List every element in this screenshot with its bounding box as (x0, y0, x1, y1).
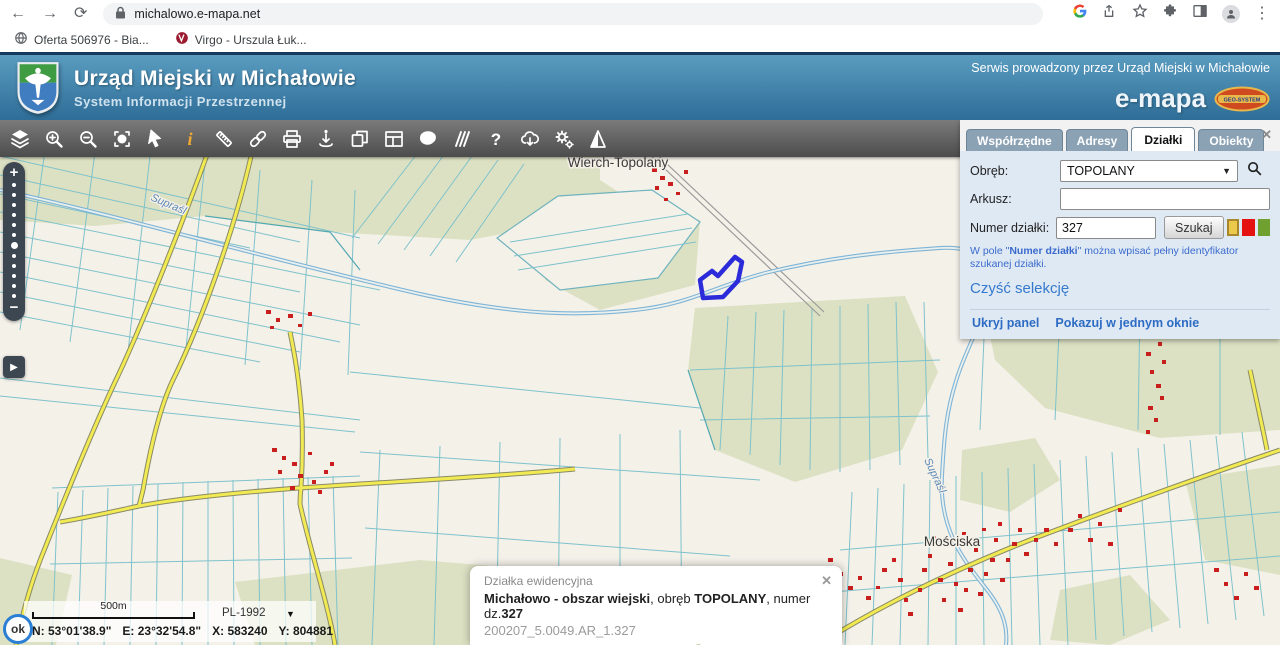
popup-parcel-line: Michałowo - obszar wiejski, obręb TOPOLA… (484, 591, 830, 621)
zoom-in-icon[interactable] (39, 124, 69, 154)
panel-tabs: Współrzędne Adresy Działki Obiekty ✕ (960, 120, 1280, 151)
popup-close-icon[interactable]: ✕ (821, 573, 832, 589)
settings-icon[interactable] (549, 124, 579, 154)
arkusz-label: Arkusz: (970, 192, 1060, 206)
extensions-icon[interactable] (1162, 3, 1178, 24)
site-header: Urząd Miejski w Michałowie System Inform… (0, 52, 1280, 120)
label-wierch-topolany: Wierch-Topolany (568, 155, 669, 170)
browser-navbar: ← → ⟳ michalowo.e-mapa.net ⋮ (0, 0, 1280, 27)
sidepanel-icon[interactable] (1192, 3, 1208, 24)
google-icon[interactable] (1072, 3, 1088, 24)
search-icon[interactable] (1246, 160, 1263, 182)
service-note: Serwis prowadzony przez Urząd Miejski w … (971, 61, 1270, 75)
pointer-icon[interactable] (141, 124, 171, 154)
bookmark-star-icon[interactable] (1132, 3, 1148, 24)
parcel-info-popup: ✕ Działka ewidencyjna Michałowo - obszar… (470, 566, 842, 645)
layers-icon[interactable] (5, 124, 35, 154)
polygon-select-icon[interactable] (413, 124, 443, 154)
site-title: Urząd Miejski w Michałowie (74, 67, 356, 91)
map-viewport: Wierch-Topolany Supraśl Supraśl Mościska… (0, 120, 1280, 645)
coat-of-arms (16, 61, 60, 115)
single-window-link[interactable]: Pokazuj w jednym oknie (1055, 316, 1199, 330)
browser-actions: ⋮ (1072, 3, 1270, 24)
parallel-lines-icon[interactable] (447, 124, 477, 154)
crs-select[interactable]: PL-1992 (222, 607, 265, 619)
arkusz-input[interactable] (1060, 188, 1270, 210)
select-caret-icon: ▼ (1222, 166, 1231, 176)
bookmarks-bar: Oferta 506976 - Bia... Virgo - Urszula Ł… (0, 27, 1280, 52)
popup-title: Działka ewidencyjna (484, 574, 830, 588)
obreb-select[interactable]: TOPOLANY ▼ (1060, 160, 1238, 182)
bookmark-oferta[interactable]: Oferta 506976 - Bia... (14, 31, 149, 48)
geosystem-badge: GEO-SYSTEM (1214, 86, 1270, 112)
globe-icon (14, 31, 28, 48)
address-bar[interactable]: michalowo.e-mapa.net (103, 3, 1043, 25)
numer-dzialki-input[interactable] (1056, 217, 1156, 239)
lock-icon (115, 6, 126, 22)
tab-dzialki[interactable]: Działki (1131, 127, 1195, 151)
measure-icon[interactable] (209, 124, 239, 154)
reload-icon[interactable]: ⟳ (74, 6, 87, 22)
zoom-out-icon[interactable] (73, 124, 103, 154)
svg-text:?: ? (491, 130, 501, 149)
scale-bar (32, 612, 195, 619)
panel-close-icon[interactable]: ✕ (1261, 127, 1272, 143)
popup-parcel-id: 200207_5.0049.AR_1.327 (484, 623, 830, 638)
url-text: michalowo.e-mapa.net (134, 7, 260, 21)
gps-position-icon[interactable] (311, 124, 341, 154)
tab-adresy[interactable]: Adresy (1066, 129, 1129, 151)
zoom-extent-icon[interactable] (107, 124, 137, 154)
szukaj-button[interactable]: Szukaj (1164, 216, 1224, 239)
forward-icon[interactable]: → (42, 6, 58, 22)
tab-wspolrzedne[interactable]: Współrzędne (966, 129, 1063, 151)
share-icon[interactable] (1102, 3, 1118, 24)
clear-selection-link[interactable]: Czyść selekcję (970, 280, 1270, 297)
help-icon[interactable]: ? (481, 124, 511, 154)
legend-red (1242, 219, 1254, 236)
profile-avatar[interactable] (1222, 5, 1240, 23)
link-icon[interactable] (243, 124, 273, 154)
legend-yellow (1227, 219, 1240, 236)
svg-text:i: i (187, 129, 192, 149)
crs-caret-icon[interactable]: ▼ (286, 609, 295, 619)
numer-hint: W pole "Numer działki" można wpisać pełn… (970, 245, 1270, 271)
zoom-slider[interactable]: + − (3, 162, 25, 321)
tab-obiekty[interactable]: Obiekty (1198, 129, 1264, 151)
north-arrow-icon[interactable] (583, 124, 613, 154)
legend-green (1258, 219, 1270, 236)
bookmark-virgo[interactable]: Virgo - Urszula Łuk... (175, 31, 307, 48)
coordinates-readout: N: 53°01'38.9"E: 23°32'54.8"X: 583240Y: … (32, 624, 344, 638)
layout-icon[interactable] (379, 124, 409, 154)
site-title-block: Urząd Miejski w Michałowie System Inform… (74, 67, 356, 109)
svg-text:GEO-SYSTEM: GEO-SYSTEM (1224, 97, 1261, 103)
search-panel: Współrzędne Adresy Działki Obiekty ✕ Obr… (960, 120, 1280, 339)
map-toolbar: i ? (0, 120, 962, 157)
zoom-level-current[interactable] (11, 242, 18, 249)
zoom-plus-button[interactable]: + (10, 166, 19, 180)
site-subtitle: System Informacji Przestrzennej (74, 94, 356, 109)
print-icon[interactable] (277, 124, 307, 154)
emapa-logo[interactable]: e-mapa GEO-SYSTEM (971, 83, 1270, 114)
hide-panel-link[interactable]: Ukryj panel (972, 316, 1039, 330)
numer-dzialki-label: Numer działki: (970, 221, 1056, 235)
virgo-favicon (175, 31, 189, 48)
obreb-label: Obręb: (970, 164, 1060, 178)
back-icon[interactable]: ← (10, 6, 26, 22)
label-mosciska: Mościska (924, 534, 981, 549)
zoom-minus-button[interactable]: − (10, 301, 19, 315)
info-icon[interactable]: i (175, 124, 205, 154)
ok-button[interactable]: ok (3, 614, 33, 644)
copy-view-icon[interactable] (345, 124, 375, 154)
scale-label: 500m (32, 600, 195, 612)
cloud-download-icon[interactable] (515, 124, 545, 154)
browser-menu-icon[interactable]: ⋮ (1254, 6, 1270, 22)
expand-left-panel-button[interactable]: ▶ (3, 356, 25, 378)
